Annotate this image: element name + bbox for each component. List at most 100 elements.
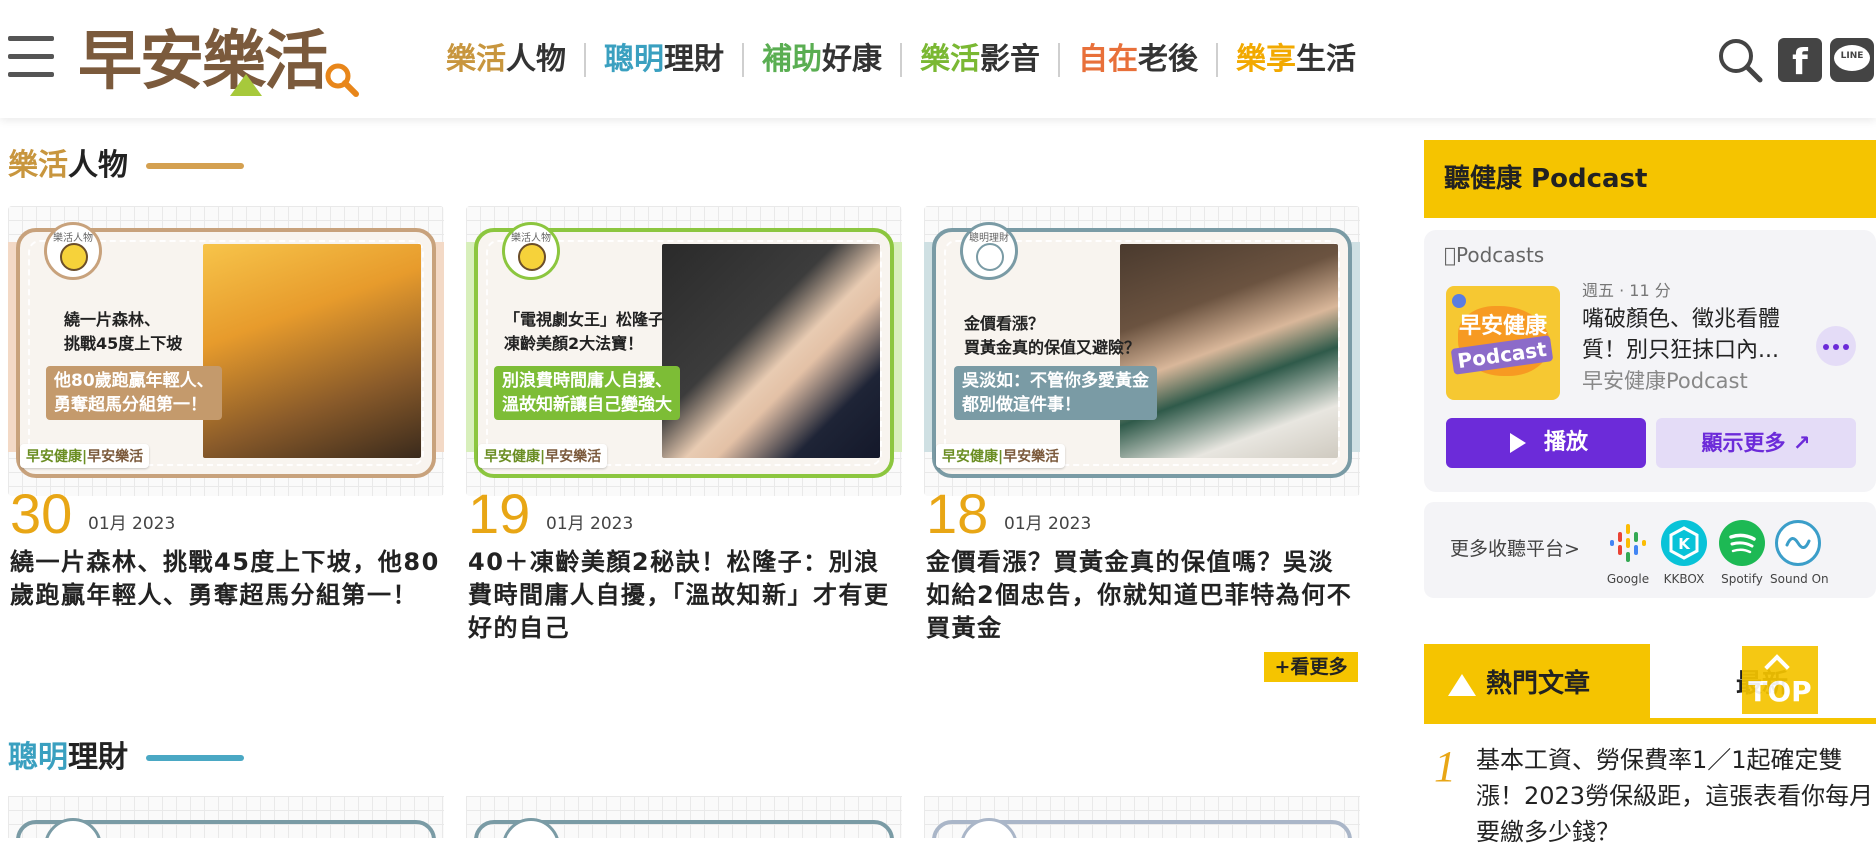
platform-spotify[interactable]: Spotify: [1714, 520, 1770, 588]
badge-icon: 聰明理財: [960, 222, 1018, 280]
badge-text: 樂活人物: [511, 233, 551, 244]
article-title[interactable]: 繞一片森林、挑戰45度上下坡，他80歲跑贏年輕人、勇奪超馬分組第一！: [10, 546, 442, 612]
podcast-heading: 聽健康 Podcast: [1424, 140, 1876, 218]
nav-accent: 自在: [1078, 42, 1138, 77]
podcast-heading-text: 聽健康 Podcast: [1444, 164, 1648, 194]
play-icon: [1510, 433, 1526, 453]
platform-name: KKBOX: [1663, 572, 1705, 586]
article-thumbnail[interactable]: 聰明理財 金價看漲？ 買黃金真的保值又避險？ 吳淡如：不管你多愛黃金 都別做這件事！…: [924, 206, 1360, 496]
section-underline: [146, 755, 244, 761]
facebook-glyph: f: [1792, 42, 1808, 82]
article-thumbnail[interactable]: 樂活人物 「電視劇女王」松隆子 凍齡美顏2大法寶！ 別浪費時間庸人自擾、 溫故知新讓…: [466, 206, 902, 496]
logo-text: 早安樂活: [78, 24, 328, 99]
episode-title[interactable]: 嘴破顏色、徵兆看體質！別只狂抹口內...: [1582, 304, 1792, 366]
site-logo[interactable]: 早安樂活: [78, 24, 359, 100]
platform-soundon[interactable]: Sound On: [1770, 520, 1829, 588]
mountain-icon: [1448, 674, 1476, 696]
nav-accent: 補助: [762, 42, 822, 77]
nav-label: 理財: [664, 42, 724, 77]
article-day: 30: [10, 482, 73, 545]
badge-icon: 樂活人物: [502, 222, 560, 280]
nav-item-video[interactable]: 樂活影音: [902, 40, 1058, 80]
show-more-button[interactable]: 顯示更多 ↗: [1656, 418, 1856, 468]
nav-accent: 樂活: [920, 42, 980, 77]
more-button[interactable]: +看更多: [1264, 652, 1358, 682]
apple-icon: : [1444, 243, 1456, 267]
brand-b: 早安樂活: [87, 449, 144, 465]
play-label: 播放: [1544, 430, 1589, 455]
nav-label: 人物: [506, 42, 566, 77]
section-underline: [146, 163, 244, 169]
portrait-photo: [1120, 244, 1338, 458]
brand-b: 早安樂活: [545, 449, 602, 465]
show-name[interactable]: 早安健康Podcast: [1582, 366, 1748, 396]
article-date: 01月 2023: [546, 514, 634, 534]
rank-number: 1: [1434, 742, 1456, 791]
section-label: 理財: [68, 740, 128, 775]
hot-article-title[interactable]: 基本工資、勞保費率1／1起確定雙漲！2023勞保級距，這張表看你每月要繳多少錢？: [1476, 742, 1874, 850]
nav-label: 影音: [980, 42, 1040, 77]
thumb-headline: 「電視劇女王」松隆子 凍齡美顏2大法寶！: [504, 310, 665, 353]
platform-google[interactable]: Google: [1600, 520, 1656, 588]
podcast-embed: Podcasts 早安健康 Podcast 週五 · 11 分 嘴破顏色、徵兆…: [1424, 230, 1876, 492]
more-options-icon[interactable]: [1816, 326, 1856, 366]
play-button[interactable]: 播放: [1446, 418, 1646, 468]
article-date: 01月 2023: [88, 514, 176, 534]
portrait-photo: [662, 244, 880, 458]
svg-text:K: K: [1678, 535, 1691, 553]
nav-accent: 樂享: [1236, 42, 1296, 77]
badge-icon: 樂活人物: [44, 222, 102, 280]
thumb-subhead: 別浪費時間庸人自擾、 溫故知新讓自己變強大: [494, 366, 680, 420]
badge-text: 聰明理財: [969, 233, 1009, 244]
nav-label: 生活: [1296, 42, 1356, 77]
section-accent: 樂活: [8, 148, 68, 183]
facebook-icon[interactable]: f: [1778, 38, 1822, 82]
top-label: TOP: [1748, 675, 1812, 708]
brand-b: 早安樂活: [1003, 449, 1060, 465]
thumb-subhead: 他80歲跑贏年輕人、 勇奪超馬分組第一！: [46, 366, 222, 420]
nav-accent: 聰明: [604, 42, 664, 77]
tab-hot-articles[interactable]: 熱門文章: [1424, 644, 1650, 724]
platform-name: Google: [1606, 572, 1650, 586]
article-date: 01月 2023: [1004, 514, 1092, 534]
nav-label: 老後: [1138, 42, 1198, 77]
brand-a: 早安健康: [942, 449, 998, 465]
nav-accent: 樂活: [446, 42, 506, 77]
menu-icon[interactable]: [8, 36, 54, 78]
article-card-peek[interactable]: [8, 796, 444, 838]
back-to-top-button[interactable]: TOP: [1742, 646, 1818, 714]
line-icon[interactable]: LINE: [1830, 38, 1874, 82]
platform-kkbox[interactable]: K KKBOX: [1656, 520, 1712, 588]
episode-meta: 週五 · 11 分: [1582, 281, 1671, 300]
podcast-platforms: 更多收聽平台> Google K KKBOX Spotify Sound On: [1424, 502, 1876, 598]
brand-stamp: 早安健康|早安樂活: [936, 444, 1066, 468]
line-glyph: LINE: [1840, 51, 1864, 61]
nav-item-people[interactable]: 樂活人物: [428, 40, 584, 80]
nav-label: 好康: [822, 42, 882, 77]
article-card-peek[interactable]: [924, 796, 1360, 838]
tab-label: 熱門文章: [1486, 669, 1591, 699]
nav-item-aging[interactable]: 自在老後: [1060, 40, 1216, 80]
nav-item-lifestyle[interactable]: 樂享生活: [1218, 40, 1374, 80]
nav-item-benefits[interactable]: 補助好康: [744, 40, 900, 80]
platforms-label[interactable]: 更多收聽平台>: [1450, 534, 1580, 564]
section-title-finance: 聰明 理財: [8, 738, 244, 778]
nav-item-finance[interactable]: 聰明理財: [586, 40, 742, 80]
kkbox-icon: K: [1661, 520, 1707, 566]
article-card-peek[interactable]: [466, 796, 902, 838]
spotify-icon: [1719, 520, 1765, 566]
search-icon[interactable]: [1716, 36, 1764, 84]
runner-photo: [203, 244, 421, 458]
tab-underline: [1424, 718, 1876, 724]
article-title[interactable]: 40＋凍齡美顏2秘訣！松隆子：別浪費時間庸人自擾，「溫故知新」才有更好的自己: [468, 546, 900, 645]
brand-stamp: 早安健康|早安樂活: [20, 444, 150, 468]
brand-a: 早安健康: [26, 449, 82, 465]
section-accent: 聰明: [8, 740, 68, 775]
soundon-icon: [1775, 520, 1821, 566]
thumb-headline: 繞一片森林、 挑戰45度上下坡: [64, 310, 183, 353]
article-thumbnail[interactable]: 樂活人物 繞一片森林、 挑戰45度上下坡 他80歲跑贏年輕人、 勇奪超馬分組第一！ …: [8, 206, 444, 496]
article-title[interactable]: 金價看漲？買黃金真的保值嗎？吳淡如給2個忠告，你就知道巴菲特為何不買黃金: [926, 546, 1358, 645]
article-day: 19: [468, 482, 531, 545]
apple-podcasts-label: Podcasts: [1444, 240, 1544, 270]
podcast-cover-art[interactable]: 早安健康 Podcast: [1446, 286, 1560, 400]
